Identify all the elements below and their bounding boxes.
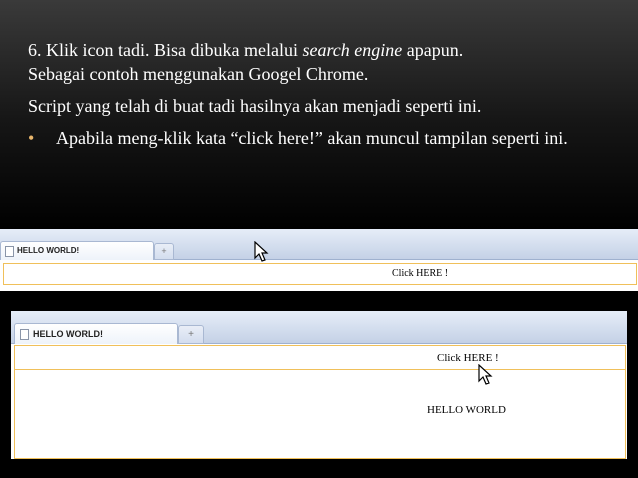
bullet-icon: • xyxy=(28,128,35,148)
result-paragraph: Script yang telah di buat tadi hasilnya … xyxy=(28,96,482,116)
page-icon xyxy=(5,246,14,257)
page-content-frame: HELLO WORLD xyxy=(14,369,626,459)
link-area-frame: Click HERE ! xyxy=(14,345,626,370)
browser-tab[interactable]: HELLO WORLD! xyxy=(0,241,154,260)
new-tab-button[interactable]: + xyxy=(178,325,204,344)
browser-tab-bar: HELLO WORLD! + xyxy=(11,311,627,344)
hello-world-output: HELLO WORLD xyxy=(427,404,506,416)
bullet-text: Apabila meng-klik kata “click here!” aka… xyxy=(56,128,568,148)
mouse-cursor-icon xyxy=(478,364,493,385)
step-text-end: apapun. xyxy=(402,40,464,60)
tab-title: HELLO WORLD! xyxy=(17,246,80,255)
step-text-emphasis: search engine xyxy=(302,40,403,60)
slide-body: 6. Klik icon tadi. Bisa dibuka melalui s… xyxy=(28,38,618,150)
page-content-frame: Click HERE ! xyxy=(3,263,637,285)
browser-tab[interactable]: HELLO WORLD! xyxy=(14,323,178,344)
step-text-line2: Sebagai contoh menggunakan Googel Chrome… xyxy=(28,64,369,84)
new-tab-button[interactable]: + xyxy=(154,243,174,260)
mouse-cursor-icon xyxy=(254,241,269,262)
browser-tab-bar: HELLO WORLD! + xyxy=(0,229,638,260)
browser-screenshot-before: HELLO WORLD! + Click HERE ! xyxy=(0,229,638,291)
page-icon xyxy=(20,329,29,340)
click-here-link[interactable]: Click HERE ! xyxy=(437,352,499,364)
bullet-item: • Apabila meng-klik kata “click here!” a… xyxy=(28,126,618,150)
click-here-link[interactable]: Click HERE ! xyxy=(392,268,448,279)
tab-title: HELLO WORLD! xyxy=(33,329,103,339)
browser-screenshot-after: HELLO WORLD! + Click HERE ! HELLO WORLD xyxy=(11,311,627,459)
step-paragraph: 6. Klik icon tadi. Bisa dibuka melalui s… xyxy=(28,38,618,86)
step-text-start: 6. Klik icon tadi. Bisa dibuka melalui xyxy=(28,40,303,60)
